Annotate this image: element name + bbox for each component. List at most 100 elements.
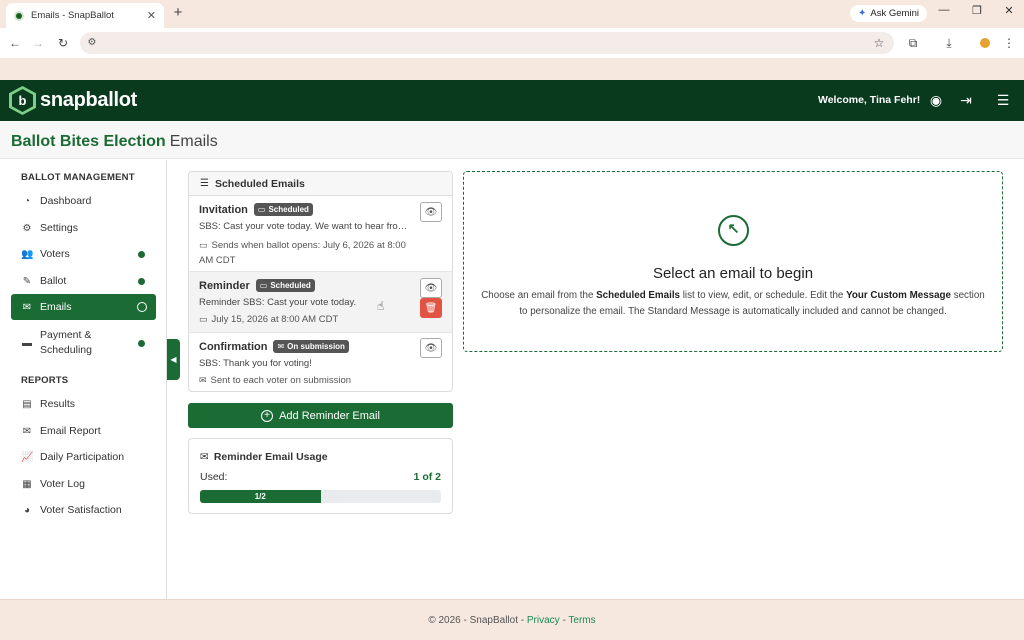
view-email-button[interactable]: 👁 [420,202,442,222]
dashboard-icon: ◔ [23,195,31,207]
sidebar-item-voter-log[interactable]: ▦ Voter Log [11,471,156,497]
pie-chart-icon: ◕ [23,504,31,516]
close-icon[interactable]: ✕ [147,9,156,22]
trash-icon: 🗑 [424,302,438,314]
sidebar-item-ballot[interactable]: ✎ Ballot [11,268,156,294]
browser-divider [0,58,1024,80]
restore-icon[interactable]: ❐ [969,4,985,17]
usage-title-text: Reminder Email Usage [213,451,328,463]
scheduled-emails-title: Scheduled Emails [214,177,305,190]
ballot-icon: ✎ [22,275,32,287]
sidebar-item-voters[interactable]: 👥 Voters [11,241,156,267]
add-reminder-email-button[interactable]: + Add Reminder Email [188,403,453,428]
menu-kebab-icon[interactable]: ⋮ [1001,35,1017,51]
email-schedule: ▭ Sends when ballot opens: July 6, 2026 a… [199,238,411,268]
browser-tab[interactable]: Emails - SnapBallot ✕ [6,3,164,28]
terms-link[interactable]: Terms [568,615,595,626]
usage-title: ✉ Reminder Email Usage [200,451,328,463]
scheduled-emails-panel: ☰ Scheduled Emails Invitation ▭ Scheduled… [188,171,453,392]
calendar-icon: ▭ [199,240,208,250]
email-title: Invitation [199,203,248,216]
envelope-icon: ✉ [22,425,32,437]
users-icon: 👥 [21,248,34,260]
address-bar[interactable]: ⚙ [80,32,894,54]
sidebar-item-results[interactable]: ▤ Results [11,391,156,417]
back-icon[interactable]: ← [7,35,23,51]
sidebar-item-label: Results [40,398,76,410]
sidebar-item-daily-participation[interactable]: 📈 Daily Participation [11,444,156,470]
extensions-icon[interactable]: ⧉ [905,35,921,51]
detail-text-1: Choose an email from the [481,290,597,301]
arrow-up-left-circle-icon: ↖ [718,215,749,246]
status-badge: ▭ Scheduled [253,203,313,216]
section-name: Emails [169,133,218,150]
badge-label: On submission [287,342,345,351]
privacy-link[interactable]: Privacy [527,615,560,626]
logout-icon[interactable]: ⇥ [957,91,975,109]
eye-icon: 👁 [424,282,438,294]
eye-icon: 👁 [424,206,438,218]
pointer-cursor-icon: ☝ [377,299,385,313]
plus-circle-icon: + [261,409,274,422]
brand-logo[interactable]: b snapballot [9,86,137,115]
bookmark-star-icon[interactable]: ☆ [871,35,887,51]
sidebar-item-dashboard[interactable]: ◔ Dashboard [11,188,156,214]
email-item-reminder[interactable]: Reminder ▭ Scheduled Reminder SBS: Cast y… [189,272,452,333]
sidebar-item-emails[interactable]: ✉ Emails [11,294,156,320]
browser-tab-bar: Emails - SnapBallot ✕ + ✦ Ask Gemini — ❐… [0,0,1024,28]
view-email-button[interactable]: 👁 [420,278,442,298]
welcome-text: Welcome, Tina Fehr! [818,94,921,106]
email-item-invitation[interactable]: Invitation ▭ Scheduled SBS: Cast your vot… [189,196,452,272]
credit-card-icon: ▬ [22,337,32,349]
caret-left-icon: ◀ [170,355,177,364]
tab-title: Emails - SnapBallot [31,10,114,21]
window-close-icon[interactable]: ✕ [1001,4,1017,17]
sidebar-item-label: Dashboard [40,195,92,207]
status-dot [138,251,145,258]
used-value: 1 of 2 [413,471,441,483]
reload-icon[interactable]: ↻ [55,35,71,51]
detail-instructions: Choose an email from the Scheduled Email… [478,288,988,320]
election-name: Ballot Bites Election [11,133,166,150]
status-badge: ▭ Scheduled [255,279,315,292]
schedule-text: Sends when ballot opens: July 6, 2026 at… [199,240,406,266]
profile-icon[interactable] [980,38,990,48]
sidebar-item-payment-scheduling[interactable]: ▬ Payment & Scheduling [11,325,156,361]
user-account-icon[interactable]: ◉ [927,91,945,109]
sidebar-collapse-toggle[interactable]: ◀ [167,339,180,380]
minimize-icon[interactable]: — [936,4,952,16]
ask-gemini-button[interactable]: ✦ Ask Gemini [850,5,927,22]
email-schedule: ✉ Sent to each voter on submission [199,373,411,388]
site-settings-icon[interactable]: ⚙ [84,35,100,51]
app-header: b snapballot Welcome, Tina Fehr! ◉ ⇥ ☰ [0,80,1024,121]
brand-name: snapballot [40,89,138,111]
email-item-confirmation[interactable]: Confirmation ✉ On submission SBS: Thank y… [189,333,452,391]
logo-letter: b [12,89,33,112]
sidebar-item-label: Voter Log [40,478,85,490]
hamburger-menu-icon[interactable]: ☰ [994,91,1012,109]
forward-icon[interactable]: → [30,35,46,51]
view-email-button[interactable]: 👁 [420,338,442,358]
list-icon: ☰ [200,178,209,189]
download-icon[interactable]: ⤓ [941,35,957,51]
eye-icon: 👁 [424,342,438,354]
sidebar-item-label: Email Report [40,425,101,437]
sidebar-item-voter-satisfaction[interactable]: ◕ Voter Satisfaction [11,497,156,523]
badge-label: Scheduled [268,205,309,214]
sidebar-item-settings[interactable]: ⚙ Settings [11,215,156,241]
sidebar-item-label: Ballot [40,275,67,287]
new-tab-button[interactable]: + [170,4,186,22]
email-subject: SBS: Thank you for voting! [199,358,312,369]
detail-title: Select an email to begin [652,265,814,282]
sidebar: BALLOT MANAGEMENT ◔ Dashboard ⚙ Settings… [0,160,167,599]
badge-label: Scheduled [270,281,311,290]
email-detail-placeholder: ↖ Select an email to begin Choose an ema… [463,171,1003,352]
sidebar-item-email-report[interactable]: ✉ Email Report [11,418,156,444]
envelope-icon: ✉ [199,375,207,385]
logo-hex-icon: b [9,86,36,115]
sidebar-item-label: Voters [40,248,70,260]
delete-email-button[interactable]: 🗑 [420,298,442,318]
sidebar-item-label: Settings [40,222,78,234]
log-icon: ▦ [22,478,32,490]
email-title: Confirmation [199,340,268,353]
